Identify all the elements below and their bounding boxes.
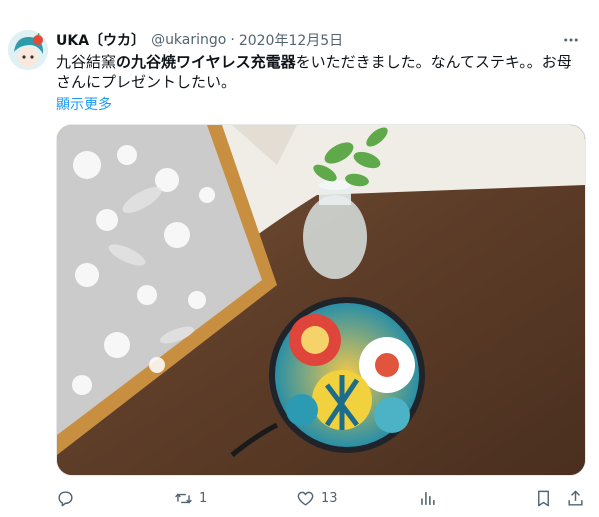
bookmark-icon bbox=[538, 490, 549, 506]
reply-button[interactable] bbox=[56, 489, 81, 508]
tweet-text: 九谷結窯の九谷焼ワイヤレス充電器をいただきました。なんてステキ。。お母さんにプレ… bbox=[56, 52, 586, 92]
like-count: 13 bbox=[321, 490, 338, 506]
views-icon bbox=[421, 491, 435, 505]
tweet-photo[interactable] bbox=[56, 124, 586, 476]
action-bar: 1 13 bbox=[56, 484, 589, 512]
tweet-text-part1: 九谷結窯 bbox=[56, 53, 117, 71]
separator-dot: · bbox=[230, 32, 235, 48]
retweet-icon bbox=[175, 493, 192, 503]
tweet: UKA〔ウカ〕 @ukaringo · 2020年12月5日 九谷結窯の九谷焼ワ… bbox=[0, 0, 599, 517]
user-name[interactable]: UKA〔ウカ〕 bbox=[56, 30, 145, 50]
user-handle[interactable]: @ukaringo bbox=[151, 32, 226, 48]
share-button[interactable] bbox=[566, 489, 585, 508]
tweet-date[interactable]: 2020年12月5日 bbox=[239, 30, 343, 50]
reply-icon bbox=[58, 490, 73, 506]
share-icon bbox=[568, 489, 583, 506]
bookmark-button[interactable] bbox=[534, 489, 553, 508]
tweet-text-bold: の九谷焼ワイヤレス充電器 bbox=[116, 53, 296, 71]
like-icon bbox=[297, 491, 314, 506]
views-button[interactable] bbox=[418, 489, 443, 508]
more-icon[interactable] bbox=[559, 30, 583, 50]
tweet-header: UKA〔ウカ〕 @ukaringo · 2020年12月5日 bbox=[56, 30, 559, 50]
avatar[interactable] bbox=[8, 30, 48, 70]
show-more-link[interactable]: 顯示更多 bbox=[56, 94, 112, 114]
retweet-count: 1 bbox=[199, 490, 208, 506]
retweet-button[interactable]: 1 bbox=[174, 489, 207, 508]
like-button[interactable]: 13 bbox=[296, 489, 338, 508]
